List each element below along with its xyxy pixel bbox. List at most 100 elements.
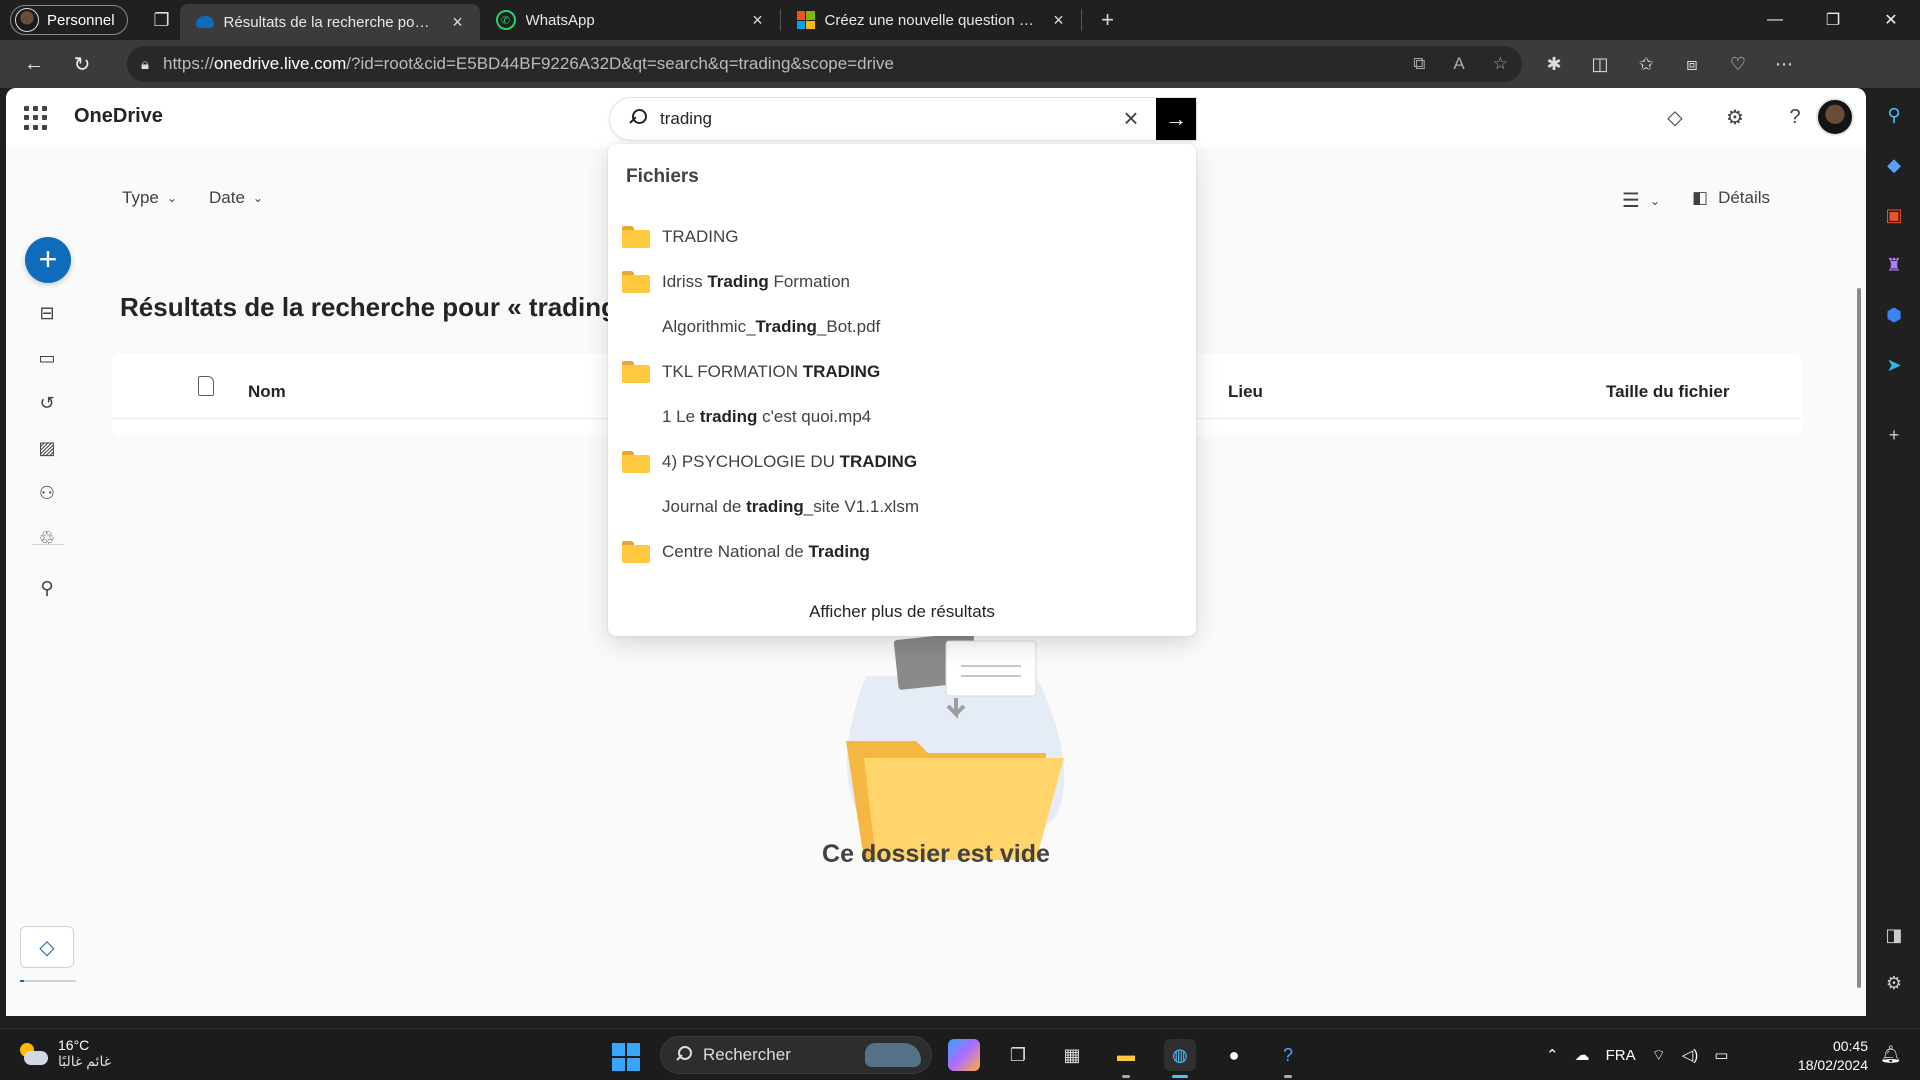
- diamond-icon: ◇: [39, 936, 55, 959]
- suggestion-item[interactable]: 4) PSYCHOLOGIE DU TRADING: [608, 439, 1196, 484]
- type-filter[interactable]: Type ⌄: [122, 188, 177, 208]
- premium-diamond-icon[interactable]: ◇: [1660, 102, 1690, 132]
- browser-tab-strip: Personnel ❐ Résultats de la recherche po…: [0, 0, 1920, 40]
- suggestion-item[interactable]: Idriss Trading Formation: [608, 259, 1196, 304]
- url-field[interactable]: 🔒︎ https://onedrive.live.com/?id=root&ci…: [127, 46, 1522, 82]
- chevron-down-icon: ⌄: [252, 191, 263, 205]
- tab-microsoft-question[interactable]: Créez une nouvelle question ou commencez…: [781, 0, 1081, 40]
- close-icon[interactable]: ×: [748, 10, 768, 31]
- profile-button[interactable]: Personnel: [10, 5, 128, 35]
- help-icon[interactable]: ?: [1780, 102, 1810, 132]
- brand-title[interactable]: OneDrive: [74, 105, 163, 128]
- microsoft-365-icon[interactable]: ⬢: [1879, 300, 1909, 330]
- collections-icon[interactable]: ⧈: [1678, 54, 1706, 75]
- close-window-icon[interactable]: ✕: [1862, 0, 1920, 40]
- hide-sidebar-icon[interactable]: ◨: [1879, 920, 1909, 950]
- edge-sidebar: ⚲ ◆ ▣ ♜ ⬢ ➤ + ◨ ⚙: [1868, 88, 1920, 1016]
- browser-essentials-icon[interactable]: ♡: [1724, 54, 1752, 75]
- premium-button[interactable]: ◇: [20, 926, 74, 968]
- onedrive-favicon-icon: [195, 16, 214, 28]
- add-sidebar-app-icon[interactable]: +: [1879, 420, 1909, 450]
- left-rail: + ⊟ ▭ ↺ ▨ ⚇ ♲ ⚲ ◇: [6, 148, 86, 1016]
- new-tab-button[interactable]: +: [1090, 7, 1126, 33]
- suggestion-item[interactable]: TRADING: [608, 214, 1196, 259]
- back-arrow-icon[interactable]: ←: [10, 44, 58, 84]
- suggestion-item[interactable]: TKL FORMATION TRADING: [608, 349, 1196, 394]
- folder-icon: [622, 451, 650, 473]
- taskbar-search[interactable]: Rechercher: [660, 1036, 932, 1074]
- close-icon[interactable]: ×: [448, 12, 468, 33]
- tools-icon[interactable]: ▣: [1879, 200, 1909, 230]
- restore-icon[interactable]: ❐: [1804, 0, 1862, 40]
- input-language[interactable]: FRA: [1606, 1047, 1636, 1064]
- close-icon[interactable]: ×: [1049, 10, 1069, 31]
- column-header-size[interactable]: Taille du fichier: [1606, 382, 1729, 402]
- tab-title: Créez une nouvelle question ou commencez…: [824, 11, 1039, 29]
- sidebar-settings-icon[interactable]: ⚙: [1879, 968, 1909, 998]
- page-scrollbar[interactable]: [1856, 238, 1862, 988]
- wifi-icon[interactable]: ⌔: [1652, 1046, 1666, 1065]
- suggestion-item[interactable]: Centre National de Trading: [608, 529, 1196, 574]
- person-icon[interactable]: ⚲: [32, 573, 62, 603]
- open-in-app-icon[interactable]: ⧉: [1413, 54, 1425, 74]
- search-input[interactable]: [660, 109, 1100, 129]
- suggestion-text: Centre National de Trading: [662, 541, 870, 561]
- clear-search-icon[interactable]: ×: [1118, 105, 1144, 132]
- recent-history-icon[interactable]: ↺: [32, 388, 62, 418]
- tab-whatsapp[interactable]: ✆ WhatsApp ×: [480, 0, 780, 40]
- shared-people-icon[interactable]: ⚇: [32, 478, 62, 508]
- favorites-icon[interactable]: ✩: [1632, 54, 1660, 75]
- microsoft-store-icon[interactable]: ▦: [1056, 1039, 1088, 1071]
- read-aloud-icon[interactable]: A: [1453, 54, 1464, 74]
- view-options-button[interactable]: ☰ ⌄: [1622, 188, 1660, 213]
- suggestion-item[interactable]: 1 Le trading c'est quoi.mp4: [608, 394, 1196, 439]
- tab-onedrive[interactable]: Résultats de la recherche pour « trading…: [179, 4, 480, 40]
- github-icon[interactable]: ●: [1218, 1039, 1250, 1071]
- split-screen-icon[interactable]: ◫: [1586, 54, 1614, 75]
- column-header-name[interactable]: Nom: [248, 382, 286, 402]
- games-icon[interactable]: ♜: [1879, 250, 1909, 280]
- favorite-star-icon[interactable]: ☆: [1493, 54, 1508, 74]
- battery-icon[interactable]: ▭: [1714, 1046, 1728, 1064]
- start-windows-icon[interactable]: [612, 1043, 640, 1071]
- clock[interactable]: 00:45 18/02/2024: [1784, 1037, 1868, 1075]
- workspaces-icon[interactable]: ❐: [144, 2, 180, 38]
- file-explorer-icon[interactable]: ▬: [1110, 1039, 1142, 1078]
- photos-icon[interactable]: ▨: [32, 433, 62, 463]
- account-avatar[interactable]: [1816, 98, 1854, 136]
- column-header-location[interactable]: Lieu: [1228, 382, 1263, 402]
- search-icon[interactable]: ⚲: [1879, 100, 1909, 130]
- suggestion-item[interactable]: Algorithmic_Trading_Bot.pdf: [608, 304, 1196, 349]
- partly-cloudy-icon: [18, 1041, 48, 1067]
- details-button[interactable]: ◧ Détails: [1692, 188, 1770, 208]
- copilot-preview-app-icon[interactable]: [948, 1039, 980, 1071]
- refresh-icon[interactable]: ↻: [58, 44, 106, 84]
- lock-icon: 🔒︎: [141, 55, 149, 73]
- app-launcher-icon[interactable]: [24, 106, 48, 130]
- home-icon[interactable]: ⊟: [32, 298, 62, 328]
- search-box[interactable]: × →: [610, 98, 1196, 140]
- notification-bell-icon[interactable]: 🔔︎: [1880, 1045, 1902, 1065]
- list-view-icon: ☰: [1622, 190, 1640, 212]
- shopping-tag-icon[interactable]: ◆: [1879, 150, 1909, 180]
- recycle-bin-icon[interactable]: ♲: [32, 523, 62, 553]
- my-files-folder-icon[interactable]: ▭: [32, 343, 62, 373]
- get-help-icon[interactable]: ?: [1272, 1039, 1304, 1078]
- suggestion-item[interactable]: Journal de trading_site V1.1.xlsm: [608, 484, 1196, 529]
- date-filter[interactable]: Date ⌄: [209, 188, 263, 208]
- task-view-icon[interactable]: ❐: [1002, 1039, 1034, 1071]
- edge-browser-icon[interactable]: ◍: [1164, 1039, 1196, 1078]
- minimize-icon[interactable]: —: [1746, 0, 1804, 40]
- onedrive-cloud-icon[interactable]: ☁: [1575, 1046, 1590, 1064]
- create-new-button[interactable]: +: [25, 237, 71, 283]
- settings-gear-icon[interactable]: ⚙: [1720, 102, 1750, 132]
- volume-icon[interactable]: ◁): [1682, 1046, 1699, 1064]
- system-tray: ⌃ ☁ FRA ⌔ ◁) ▭: [1546, 1029, 1728, 1080]
- search-submit-button[interactable]: →: [1156, 98, 1196, 140]
- outlook-icon[interactable]: ➤: [1879, 350, 1909, 380]
- more-options-icon[interactable]: ⋯: [1770, 54, 1798, 75]
- show-more-results-link[interactable]: Afficher plus de résultats: [608, 602, 1196, 622]
- weather-widget[interactable]: 16°C غائم غالبًا: [18, 1037, 111, 1070]
- extensions-icon[interactable]: ✱: [1540, 54, 1568, 75]
- show-hidden-icons-chevron-icon[interactable]: ⌃: [1546, 1046, 1559, 1064]
